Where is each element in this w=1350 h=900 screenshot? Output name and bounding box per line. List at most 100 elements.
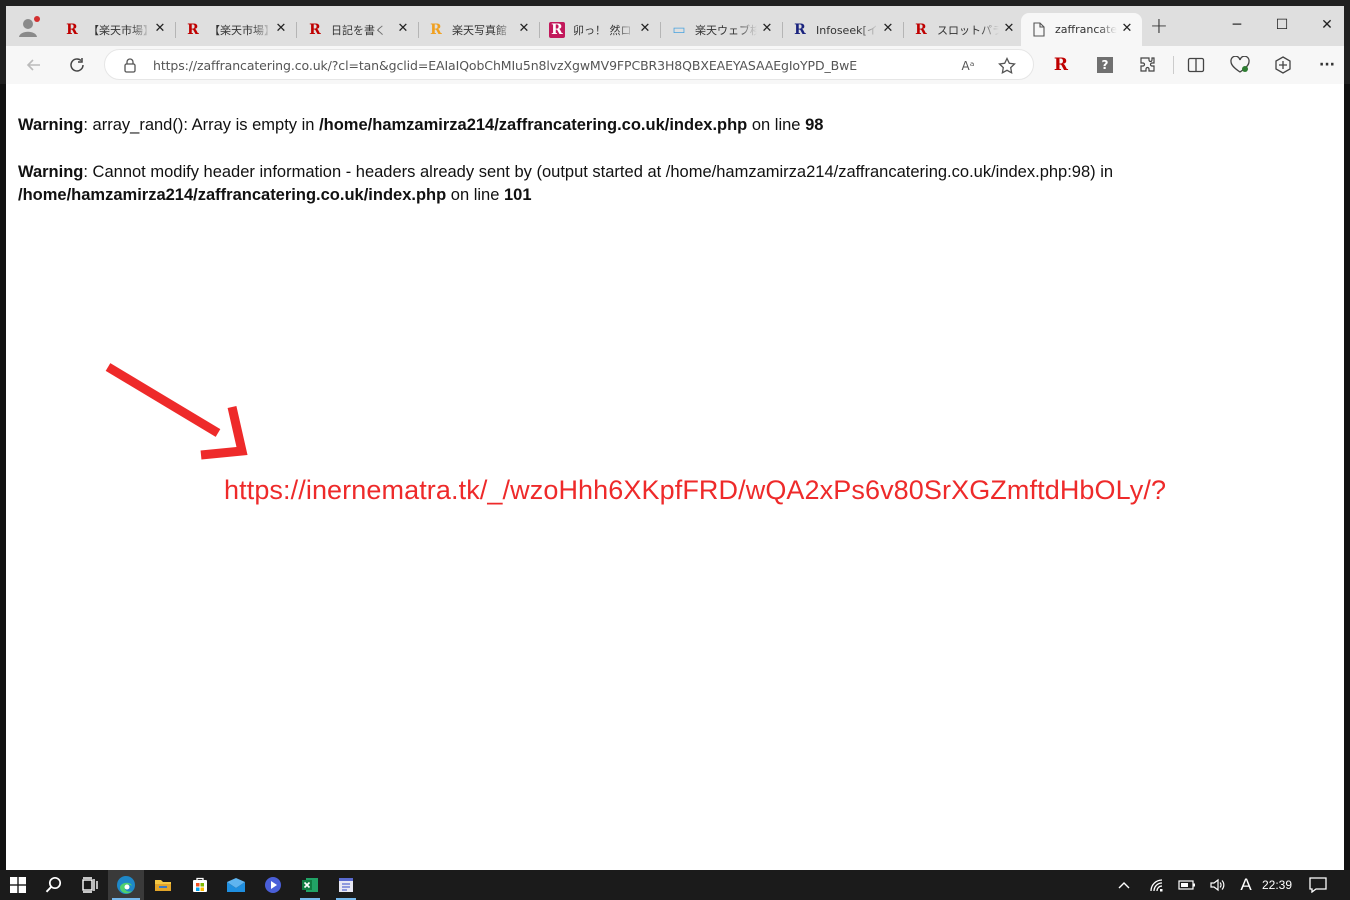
tab-favicon-icon: R (187, 21, 199, 38)
browser-essentials-icon[interactable] (1228, 53, 1252, 77)
new-tab-button[interactable]: + (1148, 16, 1170, 39)
browser-tab[interactable]: R 【楽天市場】 ✕ (54, 13, 176, 46)
media-player-icon (265, 877, 281, 893)
tab-title: 楽天ウェブ検 (695, 23, 757, 37)
copilot-icon[interactable] (1271, 53, 1295, 77)
browser-tab[interactable]: zaffrancatering✕ (1021, 13, 1142, 46)
rakuten-extension-icon[interactable]: R (1049, 53, 1073, 77)
red-arrow-annotation (105, 363, 248, 460)
extensions-icon[interactable] (1136, 53, 1160, 77)
tab-strip: R 【楽天市場】 ✕ R 【楽天市場】 ✕ R 日記を書く ✕ R 楽天写真館 ✕ R 卯っ！ 然ロ ✕ ▭ 楽… (6, 6, 1344, 46)
tab-close-icon[interactable]: ✕ (638, 22, 652, 36)
battery-icon[interactable] (1176, 870, 1198, 900)
reload-button[interactable] (63, 51, 91, 79)
notification-center-icon[interactable] (1305, 870, 1331, 900)
browser-tab[interactable]: R 楽天写真館 ✕ (418, 13, 540, 46)
task-view-icon (82, 877, 98, 893)
mail-icon (227, 878, 245, 892)
clock[interactable]: 22:39 (1259, 870, 1295, 900)
tab-close-icon[interactable]: ✕ (153, 22, 167, 36)
tab-title: 【楽天市場】 (88, 23, 150, 37)
minimize-button[interactable]: ─ (1215, 12, 1259, 38)
browser-tab[interactable]: R 卯っ！ 然ロ ✕ (539, 13, 661, 46)
split-screen-icon[interactable] (1184, 53, 1208, 77)
warning-label: Warning (18, 116, 84, 134)
taskbar-mail[interactable] (218, 870, 254, 900)
tray-overflow-icon[interactable] (1113, 870, 1135, 900)
profile-icon (19, 16, 40, 37)
tab-title: 日記を書く (331, 23, 386, 37)
taskbar: A 22:39 (0, 870, 1350, 900)
folder-icon (155, 880, 171, 891)
tab-title: 【楽天市場】 (209, 23, 271, 37)
tab-favicon-icon: R (549, 21, 565, 38)
tab-title: 卯っ！ 然ロ (573, 23, 632, 37)
store-icon (193, 877, 207, 892)
tab-title: スロットパラダ (937, 23, 999, 37)
tab-close-icon[interactable]: ✕ (1120, 22, 1134, 36)
php-warning-2: Warning: Cannot modify header informatio… (18, 161, 1338, 207)
tab-close-icon[interactable]: ✕ (1002, 22, 1016, 36)
tab-favicon-icon: R (794, 21, 806, 38)
taskbar-excel[interactable] (292, 870, 328, 900)
tab-close-icon[interactable]: ✕ (396, 22, 410, 36)
back-arrow-icon (26, 59, 40, 71)
tab-title: Infoseek[イ (816, 23, 878, 37)
tab-favicon-icon: R (430, 21, 442, 38)
tab-title: zaffrancatering (1055, 23, 1117, 36)
tab-favicon-icon (1031, 22, 1047, 38)
desktop: R 【楽天市場】 ✕ R 【楽天市場】 ✕ R 日記を書く ✕ R 楽天写真館 ✕ R 卯っ！ 然ロ ✕ ▭ 楽… (0, 0, 1350, 900)
tab-title: 楽天写真館 (452, 23, 507, 37)
edge-icon (117, 876, 135, 894)
warning-on-line: on line (446, 186, 504, 204)
network-icon[interactable] (1146, 870, 1168, 900)
volume-icon[interactable] (1207, 870, 1229, 900)
window-border-right (1344, 84, 1350, 870)
warning-label: Warning (18, 163, 84, 181)
tab-close-icon[interactable]: ✕ (881, 22, 895, 36)
address-url[interactable]: https://zaffrancatering.co.uk/?cl=tan&gc… (153, 58, 857, 73)
tab-favicon-icon: R (309, 21, 321, 38)
tab-favicon-icon: R (915, 21, 927, 38)
taskbar-edge[interactable] (108, 870, 144, 900)
help-extension-icon[interactable]: ? (1093, 53, 1117, 77)
browser-tab[interactable]: R 日記を書く ✕ (297, 13, 419, 46)
start-button[interactable] (0, 870, 36, 900)
windows-logo-icon (10, 877, 26, 893)
warning-message: : array_rand(): Array is empty in (83, 116, 320, 134)
ime-indicator[interactable]: A (1236, 870, 1256, 900)
reload-icon (70, 58, 84, 72)
browser-tab[interactable]: R スロットパラダ✕ (903, 13, 1024, 46)
warning-path: /home/hamzamirza214/zaffrancatering.co.u… (18, 186, 447, 204)
taskbar-file-explorer[interactable] (145, 870, 181, 900)
maximize-button[interactable]: ☐ (1260, 12, 1304, 38)
tab-favicon-icon: ▭ (672, 21, 686, 38)
read-aloud-icon[interactable]: Aᵃ (957, 55, 979, 77)
settings-more-icon[interactable]: ··· (1315, 53, 1339, 77)
task-view-button[interactable] (72, 870, 108, 900)
browser-toolbar: https://zaffrancatering.co.uk/?cl=tan&gc… (6, 46, 1344, 84)
warning-message: : Cannot modify header information - hea… (83, 163, 1114, 181)
taskbar-app[interactable] (328, 870, 364, 900)
taskbar-media-player[interactable] (255, 870, 291, 900)
warning-line-number: 101 (504, 186, 532, 204)
search-button[interactable] (36, 870, 72, 900)
browser-tab[interactable]: ▭ 楽天ウェブ検 ✕ (661, 13, 783, 46)
close-window-button[interactable]: ✕ (1305, 12, 1349, 38)
back-button[interactable] (20, 51, 48, 79)
favorite-star-icon[interactable] (996, 55, 1018, 77)
profile-button[interactable] (16, 14, 42, 40)
tab-close-icon[interactable]: ✕ (517, 22, 531, 36)
address-bar[interactable]: https://zaffrancatering.co.uk/?cl=tan&gc… (104, 49, 1034, 80)
php-warning-1: Warning: array_rand(): Array is empty in… (18, 114, 823, 137)
browser-tab[interactable]: R 【楽天市場】 ✕ (175, 13, 297, 46)
toolbar-divider (1173, 56, 1174, 74)
search-icon (45, 876, 62, 893)
browser-tab[interactable]: R Infoseek[イ ✕ (782, 13, 904, 46)
taskbar-store[interactable] (182, 870, 218, 900)
tab-close-icon[interactable]: ✕ (760, 22, 774, 36)
app-icon (339, 878, 353, 892)
lock-icon[interactable] (123, 57, 137, 77)
phishing-url-annotation: https://inernematra.tk/_/wzoHhh6XKpfFRD/… (224, 475, 1167, 505)
tab-close-icon[interactable]: ✕ (274, 22, 288, 36)
